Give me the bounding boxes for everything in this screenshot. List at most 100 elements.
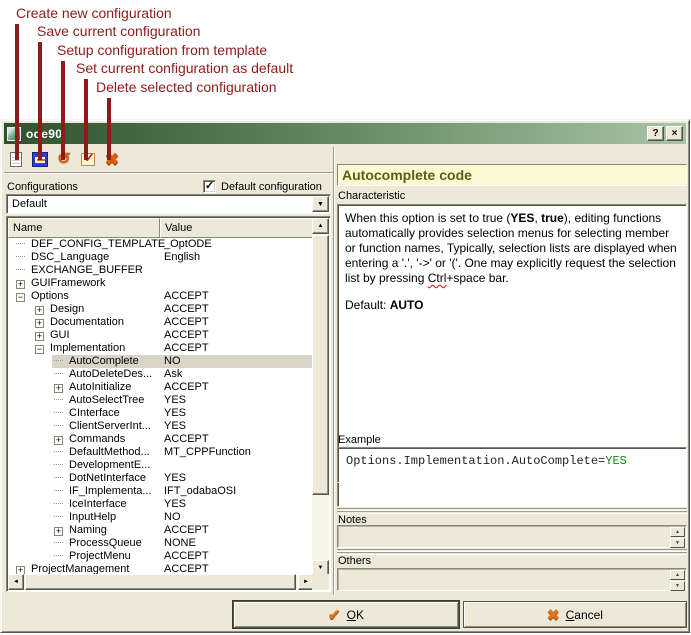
tree-item-name: +Commands — [8, 433, 125, 446]
tree-item-label: IF_Implementa... — [69, 485, 152, 497]
tree-row[interactable]: AutoDeleteDes...Ask — [8, 368, 314, 381]
tree-row[interactable]: AutoCompleteNO — [8, 355, 314, 368]
tree-item-name: +Design — [8, 303, 84, 316]
tree-item-name: AutoComplete — [8, 355, 139, 368]
expand-icon[interactable]: + — [35, 332, 44, 341]
tree-item-value: Ask — [164, 368, 182, 381]
tree-item-label: Documentation — [50, 316, 124, 328]
tree-item-label: AutoSelectTree — [69, 394, 144, 406]
tree-row[interactable]: IceInterfaceYES — [8, 498, 314, 511]
tree-item-name: +AutoInitialize — [8, 381, 131, 394]
tree-row[interactable]: DefaultMethod...MT_CPPFunction — [8, 446, 314, 459]
tree-item-value: YES — [164, 407, 186, 420]
notes-scroll-down-button[interactable]: ▼ — [670, 538, 685, 548]
configuration-combobox-value: Default — [12, 198, 47, 210]
vertical-scrollbar[interactable]: ▲ ▼ — [312, 218, 329, 576]
tree-item-name: +Naming — [8, 524, 107, 537]
horizontal-scrollbar[interactable]: ◄ ► — [8, 574, 314, 590]
tree-row[interactable]: +GUI ACCEPT — [8, 329, 314, 342]
tree-item-name: +GUI — [8, 329, 70, 342]
tree-item-label: InputHelp — [69, 511, 116, 523]
tree-item-name: IF_Implementa... — [8, 485, 152, 498]
left-arrow-icon: ◄ — [13, 579, 19, 585]
tree-row[interactable]: DSC_LanguageEnglish — [8, 251, 314, 264]
set-default-button[interactable] — [76, 149, 100, 171]
tree-row[interactable]: DotNetInterfaceYES — [8, 472, 314, 485]
others-scroll-up-button[interactable]: ▲ — [670, 570, 685, 580]
tree-row[interactable]: CInterfaceYES — [8, 407, 314, 420]
annotation-pointer-line — [38, 42, 42, 160]
cancel-button[interactable]: ✖ Cancel — [463, 601, 687, 628]
example-code: Options.Implementation.AutoComplete= — [346, 454, 605, 468]
expand-icon[interactable]: + — [54, 384, 63, 393]
help-button[interactable]: ? — [647, 126, 664, 141]
vertical-scrollbar-thumb[interactable] — [312, 235, 329, 495]
annotation-save-current: Save current configuration — [37, 23, 200, 40]
up-arrow-icon: ▲ — [318, 223, 324, 229]
notes-field[interactable]: ▲ ▼ — [337, 525, 687, 548]
default-configuration-checkbox-group: ✓ Default configuration — [203, 180, 322, 193]
tree-leaf-connector — [54, 399, 63, 400]
tree-row[interactable]: EXCHANGE_BUFFER — [8, 264, 314, 277]
expand-icon[interactable]: + — [54, 436, 63, 445]
tree-row[interactable]: +GUIFramework — [8, 277, 314, 290]
others-scroll-down-button[interactable]: ▼ — [670, 581, 685, 591]
horizontal-scrollbar-thumb[interactable] — [25, 574, 296, 590]
tree-item-label: DEF_CONFIG_TEMPLATE — [31, 238, 165, 250]
scroll-left-button[interactable]: ◄ — [8, 574, 24, 590]
tree-item-value: ACCEPT — [164, 381, 209, 394]
annotation-create-new: Create new configuration — [16, 5, 172, 22]
tree-row[interactable]: DevelopmentE... — [8, 459, 314, 472]
collapse-icon[interactable]: − — [35, 345, 44, 354]
tree-row[interactable]: +AutoInitialize ACCEPT — [8, 381, 314, 394]
tree-leaf-connector — [54, 464, 63, 465]
default-value: AUTO — [390, 298, 424, 312]
tree-row[interactable]: DEF_CONFIG_TEMPLATE_OptODE — [8, 238, 314, 251]
tree-item-value: _OptODE — [164, 238, 212, 251]
tree-row[interactable]: −OptionsACCEPT — [8, 290, 314, 303]
tree-row[interactable]: AutoSelectTreeYES — [8, 394, 314, 407]
combobox-dropdown-button[interactable]: ▼ — [312, 196, 329, 212]
annotation-setup-template: Setup configuration from template — [57, 42, 267, 59]
configuration-dialog: ode90 ? × ↺ ✖ Configurations ✓ Default c… — [0, 119, 690, 633]
tree-item-name: −Implementation — [8, 342, 125, 355]
tree-leaf-connector — [54, 542, 63, 543]
ok-button[interactable]: ✔ OK — [233, 601, 459, 628]
collapse-icon[interactable]: − — [16, 293, 25, 302]
cancel-cross-icon: ✖ — [547, 606, 560, 624]
tree-item-value: YES — [164, 420, 186, 433]
tree-item-value: NONE — [164, 537, 196, 550]
others-field[interactable]: ▲ ▼ — [337, 568, 687, 591]
delete-configuration-button[interactable]: ✖ — [100, 149, 124, 171]
tree-row[interactable]: +DocumentationACCEPT — [8, 316, 314, 329]
tree-row[interactable]: ProcessQueueNONE — [8, 537, 314, 550]
tree-row[interactable]: +NamingACCEPT — [8, 524, 314, 537]
expand-icon[interactable]: + — [54, 527, 63, 536]
default-configuration-checkbox[interactable]: ✓ — [203, 180, 216, 193]
tree-row[interactable]: +CommandsACCEPT — [8, 433, 314, 446]
default-configuration-label: Default configuration — [221, 181, 322, 193]
expand-icon[interactable]: + — [35, 319, 44, 328]
close-button[interactable]: × — [666, 126, 683, 141]
tree-item-label: ClientServerInt... — [69, 420, 151, 432]
scroll-up-button[interactable]: ▲ — [312, 218, 329, 234]
panel-divider — [333, 147, 335, 595]
expand-icon[interactable]: + — [16, 280, 25, 289]
tree-row[interactable]: IF_Implementa...IFT_odabaOSI — [8, 485, 314, 498]
tree-row[interactable]: ProjectMenuACCEPT — [8, 550, 314, 563]
notes-scroll-up-button[interactable]: ▲ — [670, 527, 685, 537]
tree-item-label: Implementation — [50, 342, 125, 354]
column-header-name[interactable]: Name — [8, 218, 160, 238]
tree-rows-container: DEF_CONFIG_TEMPLATE_OptODEDSC_LanguageEn… — [8, 238, 314, 576]
characteristic-paragraph: When this option is set to true (YES, tr… — [345, 211, 679, 286]
column-header-value[interactable]: Value — [160, 218, 314, 238]
tree-row[interactable]: InputHelpNO — [8, 511, 314, 524]
expand-icon[interactable]: + — [35, 306, 44, 315]
tree-item-value: ACCEPT — [164, 329, 209, 342]
tree-row[interactable]: +Design ACCEPT — [8, 303, 314, 316]
configuration-combobox[interactable]: Default ▼ — [6, 194, 331, 214]
tree-item-value: ACCEPT — [164, 303, 209, 316]
tree-row[interactable]: ClientServerInt... YES — [8, 420, 314, 433]
tree-row[interactable]: −ImplementationACCEPT — [8, 342, 314, 355]
ok-button-label: OK — [347, 608, 364, 622]
